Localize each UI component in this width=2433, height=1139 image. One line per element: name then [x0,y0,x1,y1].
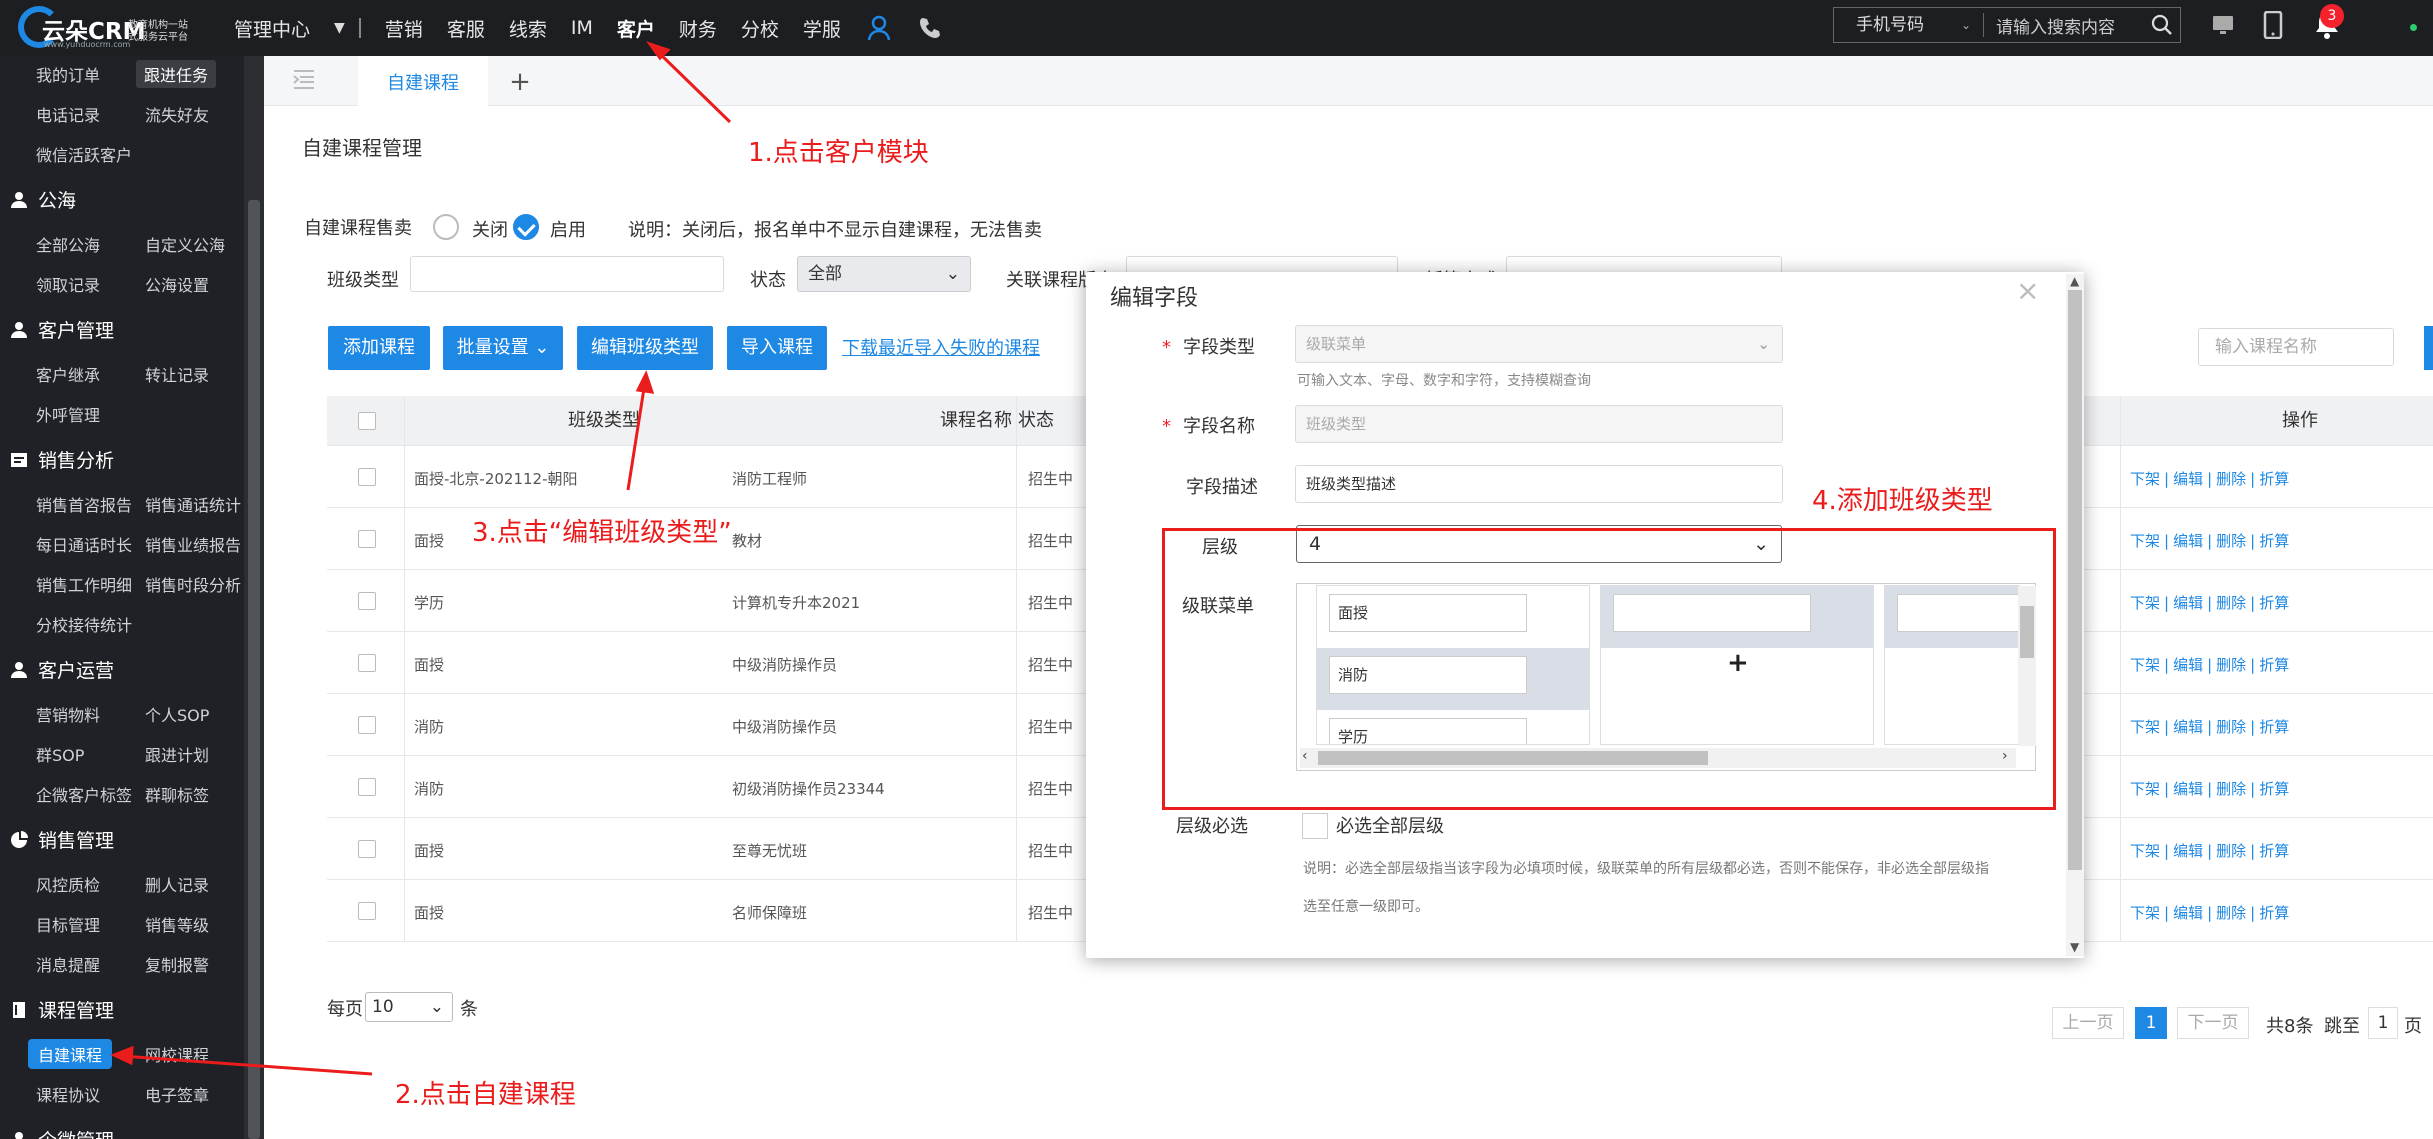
annotation-step-3: 3.点击“编辑班级类型” [472,518,732,548]
annotation-step-4: 4.添加班级类型 [1812,486,1993,516]
annotation-step-2: 2.点击自建课程 [395,1080,576,1110]
annotation-step-1: 1.点击客户模块 [748,138,929,168]
annotation-arrows [110,41,732,1076]
